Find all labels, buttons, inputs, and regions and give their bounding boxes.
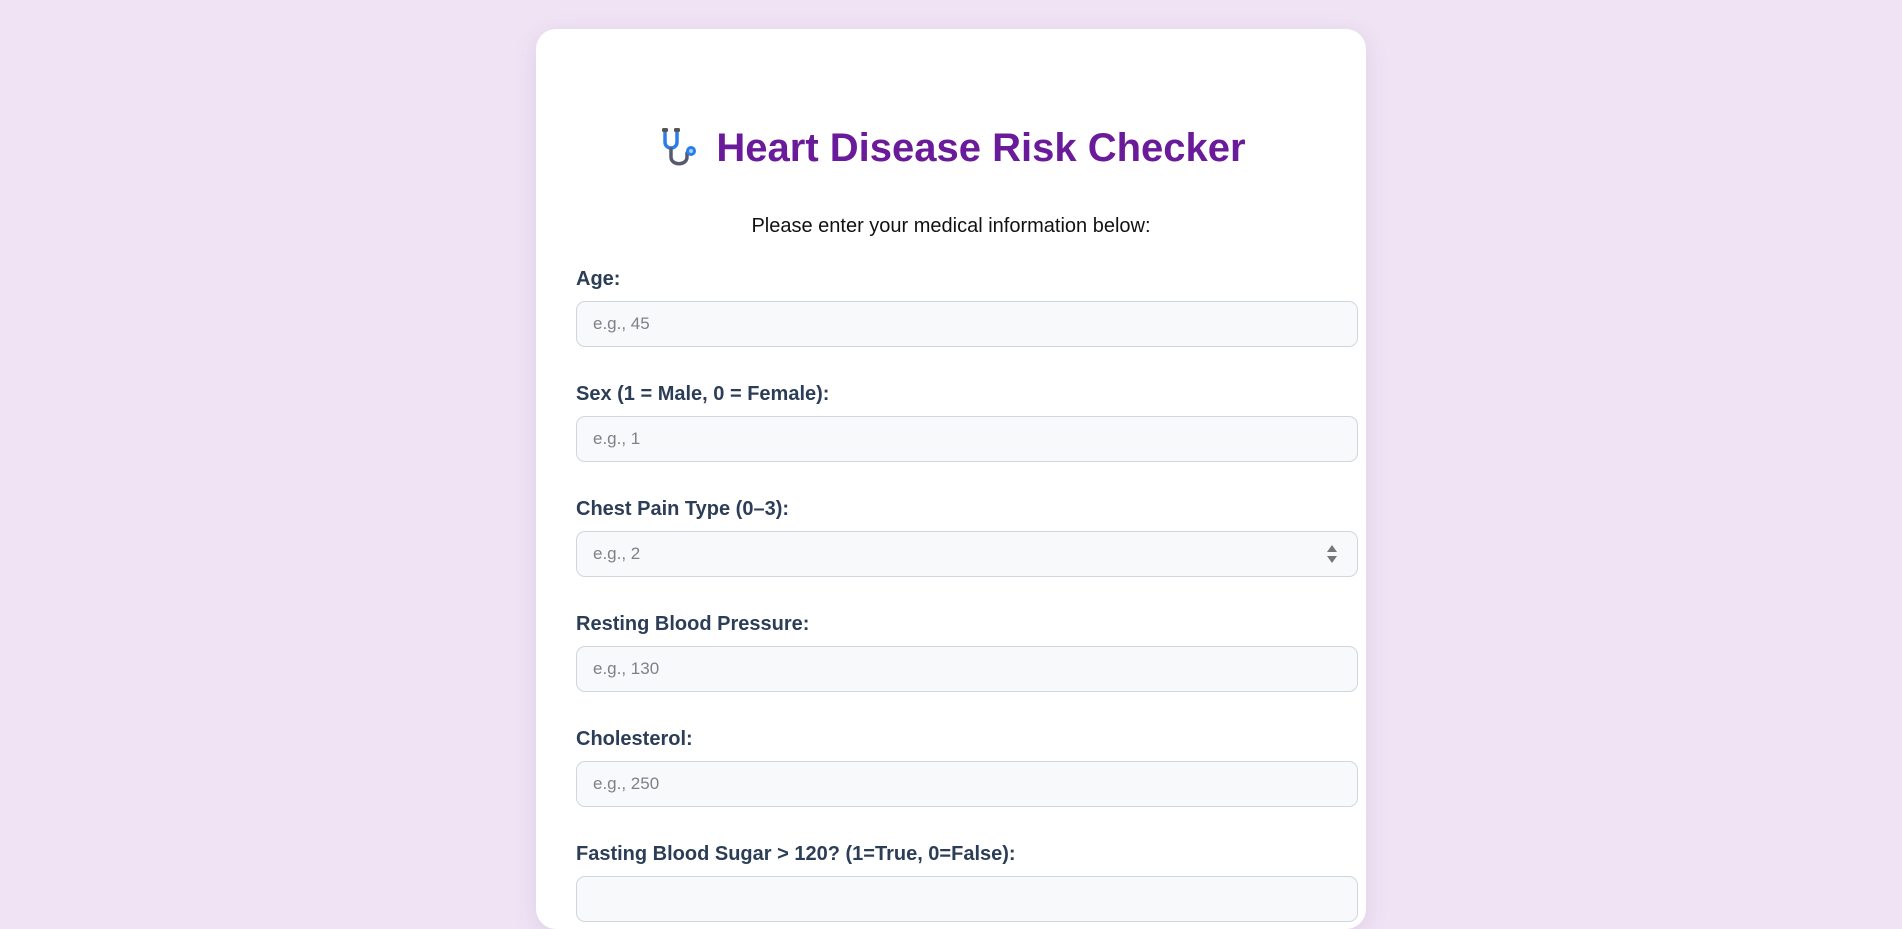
sex-label: Sex (1 = Male, 0 = Female): bbox=[576, 383, 830, 405]
number-spinner-icon[interactable] bbox=[1326, 543, 1338, 565]
fasting-blood-sugar-input[interactable] bbox=[576, 876, 1358, 922]
cholesterol-label: Cholesterol: bbox=[576, 728, 693, 750]
sex-input[interactable] bbox=[576, 416, 1358, 462]
age-label: Age: bbox=[576, 268, 621, 290]
age-input[interactable] bbox=[576, 301, 1358, 347]
chest-pain-type-field bbox=[536, 531, 1366, 577]
fasting-blood-sugar-label: Fasting Blood Sugar > 120? (1=True, 0=Fa… bbox=[576, 843, 1016, 865]
form-instructions: Please enter your medical information be… bbox=[751, 215, 1151, 237]
resting-blood-pressure-label: Resting Blood Pressure: bbox=[576, 613, 810, 635]
stethoscope-icon bbox=[656, 125, 702, 171]
chest-pain-type-input[interactable] bbox=[576, 531, 1358, 577]
cholesterol-input[interactable] bbox=[576, 761, 1358, 807]
resting-blood-pressure-input[interactable] bbox=[576, 646, 1358, 692]
page-title: Heart Disease Risk Checker bbox=[716, 126, 1246, 170]
page-header: Heart Disease Risk Checker bbox=[536, 125, 1366, 171]
form-card: Heart Disease Risk Checker Please enter … bbox=[536, 29, 1366, 929]
chest-pain-type-label: Chest Pain Type (0–3): bbox=[576, 498, 790, 520]
